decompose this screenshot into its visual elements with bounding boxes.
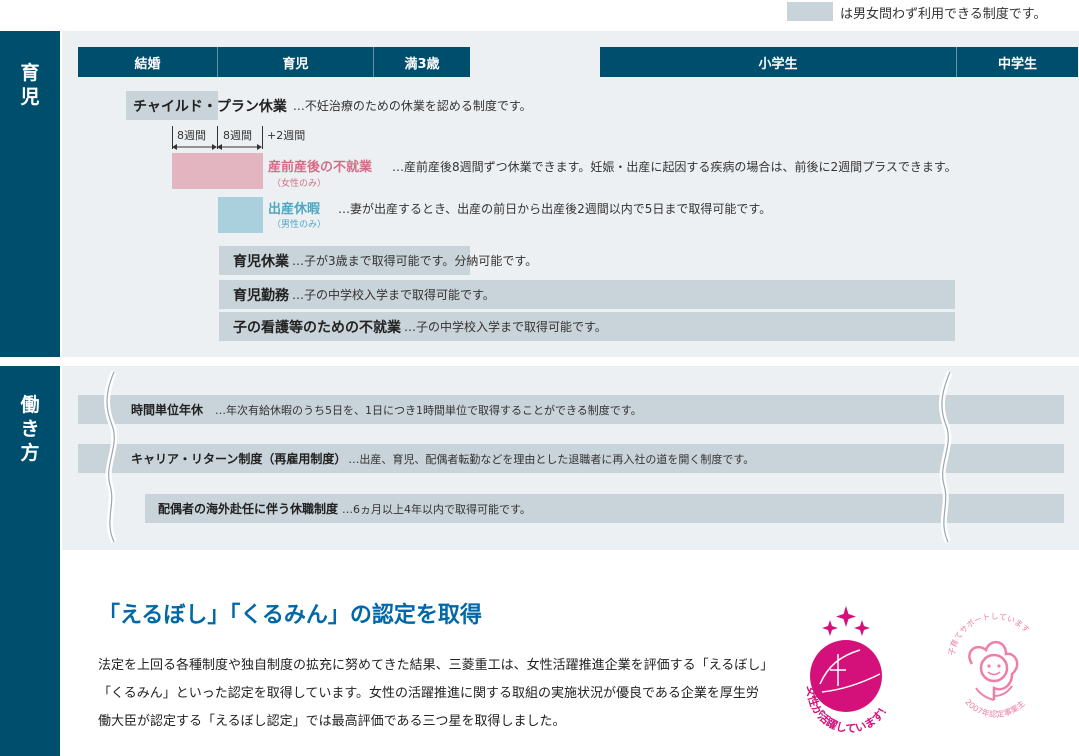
short-work-row: 育児勤務 …子の中学校入学まで取得可能です。 — [233, 280, 495, 309]
week-arrows — [172, 144, 262, 150]
career-return-desc: …出産、育児、配偶者転勤などを理由とした退職者に再入社の道を開く制度です。 — [348, 452, 755, 466]
paternity-bar — [218, 197, 263, 233]
maternity-bar — [172, 153, 263, 189]
career-return-name: キャリア・リターン制度（再雇用制度） — [131, 452, 347, 466]
break-wave-left — [104, 370, 118, 544]
svg-text:2007年認定事業主: 2007年認定事業主 — [963, 697, 1027, 719]
maternity-desc: …産前産後8週間ずつ休業できます。妊娠・出産に起因する疾病の場合は、前後に2週間… — [392, 160, 957, 174]
maternity-name: 産前産後の不就業 — [268, 160, 373, 175]
spouse-overseas-name: 配偶者の海外赴任に伴う休職制度 — [158, 502, 339, 516]
section-label-working: 働き方 — [0, 366, 60, 756]
short-work-name: 育児勤務 — [233, 287, 289, 304]
paternity-desc: …妻が出産するとき、出産の前日から出産後2週間以内で5日まで取得可能です。 — [338, 202, 772, 216]
child-plan-row: チャイルド・プラン休業 …不妊治療のための休業を認める制度です。 — [133, 91, 532, 120]
svg-text:子育てサポートしています: 子育てサポートしています — [947, 612, 1031, 656]
hourly-leave-desc: …年次有給休暇のうち5日を、1日につき1時間単位で取得することができる制度です。 — [215, 403, 642, 417]
section-label-childcare: 育児 — [0, 31, 60, 357]
hourly-leave-name: 時間単位年休 — [131, 403, 204, 417]
nursing-row: 子の看護等のための不就業 …子の中学校入学まで取得可能です。 — [233, 312, 607, 341]
timeline-childcare: 育児 — [218, 47, 373, 77]
week-label-2: 8週間 — [223, 129, 252, 142]
child-plan-desc: …不妊治療のための休業を認める制度です。 — [292, 99, 532, 113]
career-return-row: キャリア・リターン制度（再雇用制度） …出産、育児、配偶者転勤などを理由とした退… — [131, 444, 754, 473]
spouse-overseas-row: 配偶者の海外赴任に伴う休職制度 …6ヵ月以上4年以内で取得可能です。 — [158, 494, 531, 523]
kurumin-logo-year-text: 2007年認定事業主 — [963, 697, 1027, 719]
week-label-3: +2週間 — [267, 129, 306, 142]
maternity-note: （女性のみ） — [272, 179, 327, 189]
nursing-desc: …子の中学校入学まで取得可能です。 — [404, 320, 607, 334]
timeline-elementary: 小学生 — [600, 47, 956, 77]
certification-body: 法定を上回る各種制度や独自制度の拡充に努めてきた結果、三菱重工は、女性活躍推進企… — [98, 658, 767, 729]
week-label-1: 8週間 — [177, 129, 206, 142]
legend-swatch — [787, 2, 833, 21]
childcare-leave-desc: …子が3歳まで取得可能です。分納可能です。 — [292, 254, 538, 268]
short-work-desc: …子の中学校入学まで取得可能です。 — [292, 288, 495, 302]
childcare-leave-name: 育児休業 — [233, 253, 289, 270]
section-label-childcare-text: 育児 — [20, 62, 40, 108]
nursing-name: 子の看護等のための不就業 — [233, 319, 401, 336]
childcare-leave-row: 育児休業 …子が3歳まで取得可能です。分納可能です。 — [233, 246, 537, 275]
section-label-working-text: 働き方 — [20, 394, 40, 464]
timeline-junior-high: 中学生 — [957, 47, 1078, 77]
eruboshi-logo-icon: 女性が活躍しています！ — [805, 606, 892, 735]
child-plan-name: チャイルド・プラン休業 — [133, 98, 287, 115]
break-wave-right — [938, 370, 953, 544]
timeline-age3: 満3歳 — [374, 47, 470, 77]
hourly-leave-row: 時間単位年休 …年次有給休暇のうち5日を、1日につき1時間単位で取得することがで… — [131, 395, 642, 424]
kurumin-logo-arc-text: 子育てサポートしています — [947, 612, 1031, 656]
paternity-note: （男性のみ） — [272, 220, 327, 230]
timeline-bar: 結婚 育児 満3歳 小学生 中学生 — [78, 47, 1078, 77]
timeline-marriage: 結婚 — [78, 47, 217, 77]
paternity-name: 出産休暇 — [268, 202, 321, 217]
kurumin-logo-icon: 子育てサポートしています 2007年認定事業主 — [947, 612, 1031, 719]
legend-text: は男女問わず利用できる制度です。 — [840, 7, 1047, 22]
certification-title: 「えるぼし」「くるみん」の認定を取得 — [98, 603, 482, 628]
spouse-overseas-desc: …6ヵ月以上4年以内で取得可能です。 — [342, 502, 531, 516]
